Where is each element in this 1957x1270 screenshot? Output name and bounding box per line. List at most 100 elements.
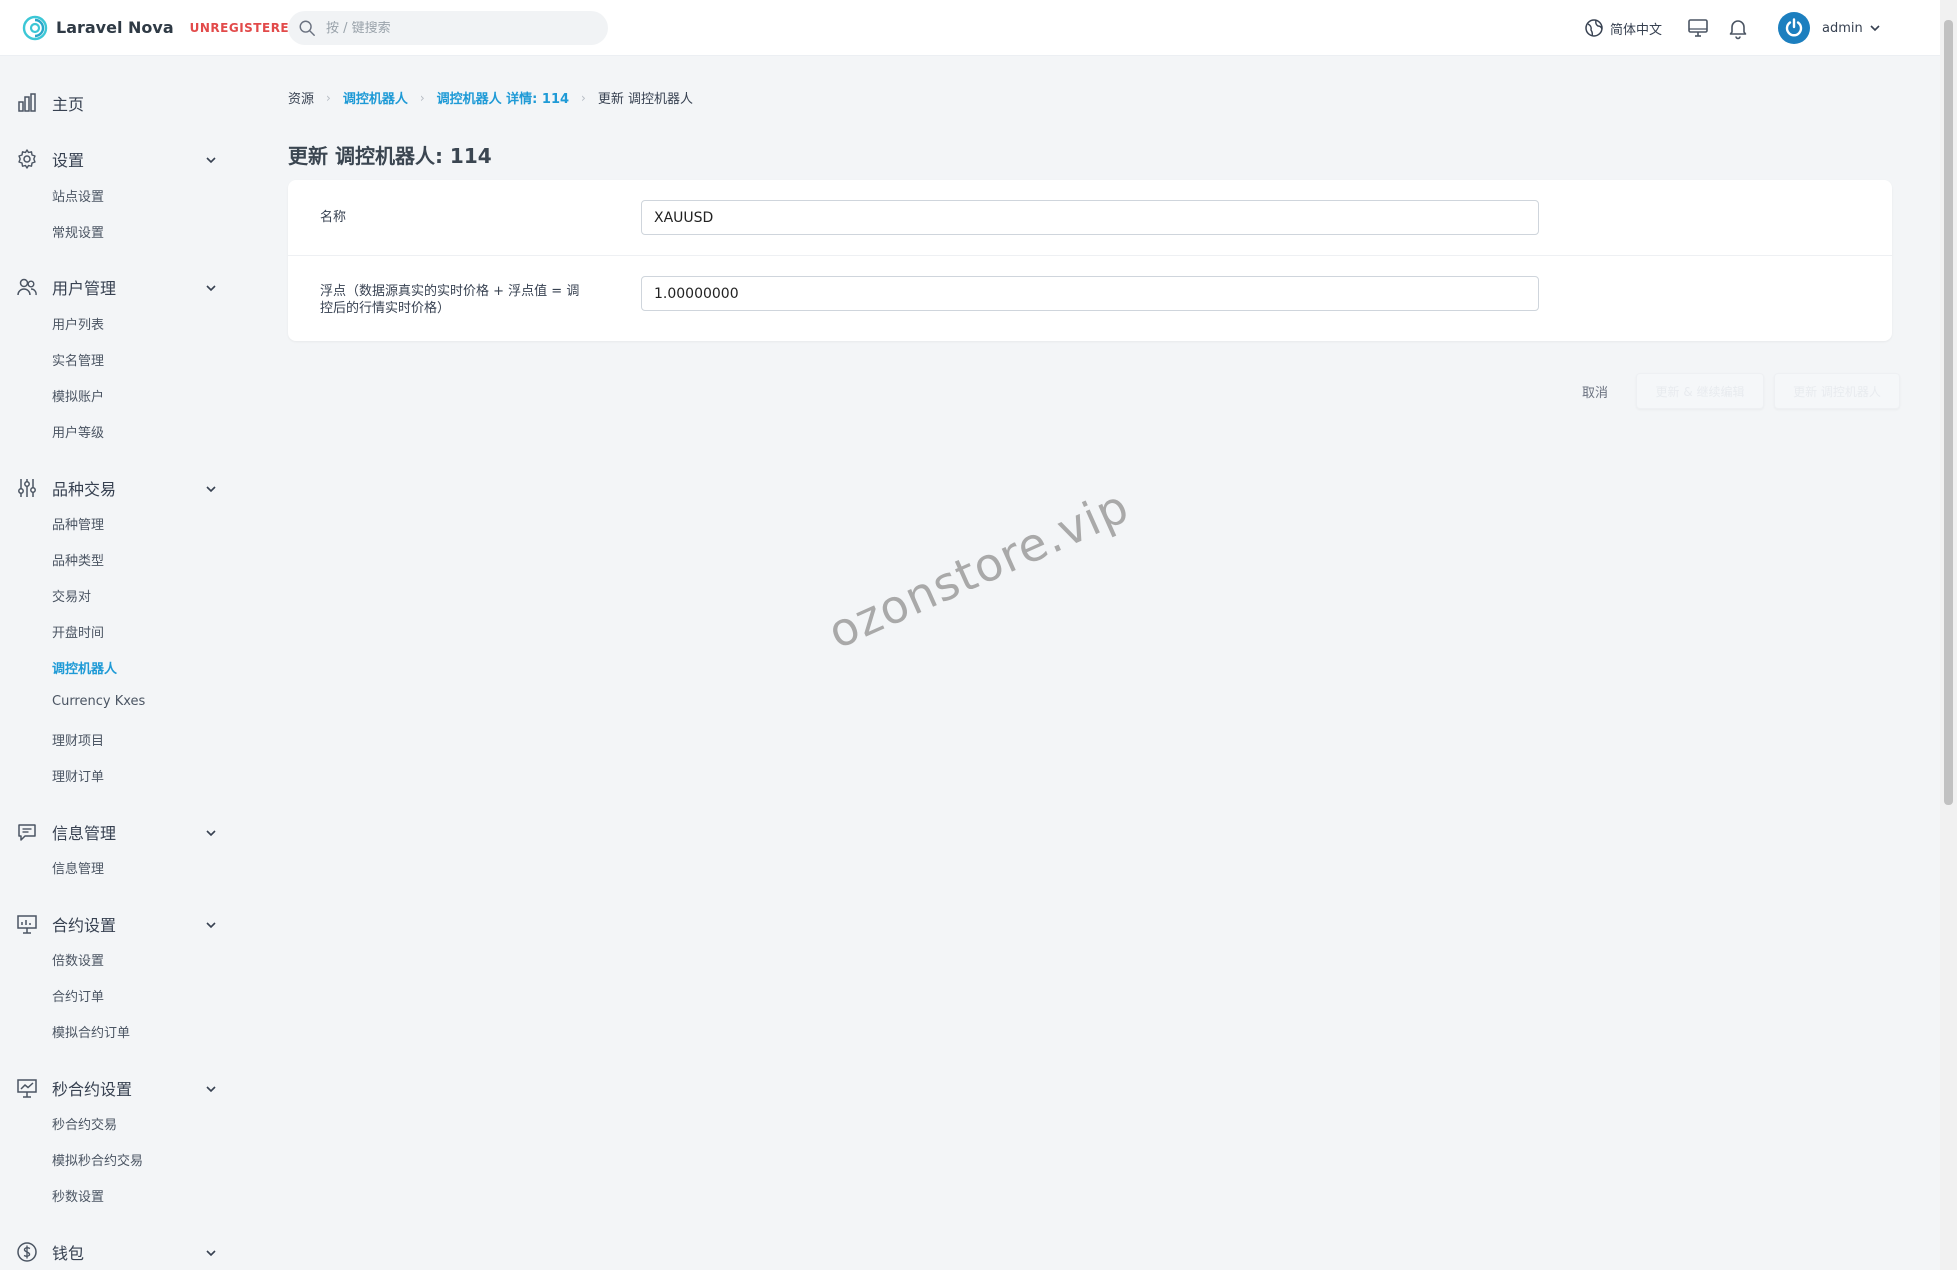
sidebar-item-open-time[interactable]: 开盘时间 [52,622,104,641]
sidebar-group-trading: 品种交易 [0,473,240,503]
watermark: ozonstore.vip [820,478,1137,660]
sidebar-group-label: 合约设置 [52,916,117,935]
trend-chart-icon [17,1079,37,1098]
avatar [1778,12,1810,44]
sidebar-group-trading-header[interactable]: 品种交易 [0,473,240,503]
sidebar-item-demo-account[interactable]: 模拟账户 [52,386,104,405]
sidebar-item-product-type[interactable]: 品种类型 [52,550,104,569]
chevron-down-icon [206,830,216,837]
name-field-label: 名称 [320,210,347,225]
sidebar-group-label: 品种交易 [52,480,117,499]
sidebar-item-demo-second-trade[interactable]: 模拟秒合约交易 [52,1150,143,1169]
bell-icon[interactable] [1726,16,1750,40]
sidebar-item-second-trade[interactable]: 秒合约交易 [52,1114,117,1133]
sidebar-item-user-level[interactable]: 用户等级 [52,422,104,441]
license-badge: UNREGISTERED [189,20,300,35]
chevron-down-icon [206,285,216,292]
presentation-chart-icon [17,915,37,934]
sidebar-group-label: 钱包 [52,1244,85,1263]
sidebar-item-control-robot[interactable]: 调控机器人 [52,658,117,677]
chart-bar-icon [18,93,36,112]
sidebar-item-product-mgmt[interactable]: 品种管理 [52,514,104,533]
sidebar-item-multiplier[interactable]: 倍数设置 [52,950,104,969]
chevron-right-icon: › [419,90,425,105]
sliders-icon [18,479,36,497]
sidebar-group-wallet: 钱包 [0,1237,240,1267]
language-label: 简体中文 [1610,22,1663,38]
chevron-down-icon [206,1250,216,1257]
sidebar-group-users-header[interactable]: 用户管理 [0,272,240,302]
sidebar-group-contract-header[interactable]: 合约设置 [0,909,240,939]
update-continue-button[interactable]: 更新 & 继续编辑 [1636,373,1764,409]
float-input[interactable] [641,276,1539,311]
breadcrumb-current: 更新 调控机器人 [597,92,693,107]
sidebar-item-user-list[interactable]: 用户列表 [52,314,104,333]
sidebar-group-label: 设置 [52,151,85,170]
name-input[interactable] [641,200,1539,235]
user-menu[interactable]: admin [1778,12,1881,44]
sidebar-item-general-settings[interactable]: 常规设置 [52,222,104,241]
chevron-right-icon: › [326,90,331,105]
chevron-down-icon [1870,25,1880,32]
dollar-icon [17,1242,37,1262]
top-header: Laravel Nova UNREGISTERED 简体中文 [0,0,1940,56]
sidebar-group-second-contract: 秒合约设置 [0,1073,240,1103]
scrollbar-thumb[interactable] [1944,20,1953,805]
sidebar-item-trading-pair[interactable]: 交易对 [52,586,91,605]
form-row-name: 名称 [288,180,1892,256]
chevron-down-icon [206,157,216,164]
sidebar-item-finance-project[interactable]: 理财项目 [52,730,104,749]
page-scrollbar[interactable] [1940,0,1957,1270]
breadcrumb-resources[interactable]: 资源 [288,88,314,107]
cancel-button[interactable]: 取消 [1560,382,1630,401]
sidebar-group-users: 用户管理 [0,272,240,302]
sidebar-item-demo-contract-order[interactable]: 模拟合约订单 [52,1022,130,1041]
sidebar-item-currency-kxes[interactable]: Currency Kxes [52,694,145,709]
sidebar-group-label: 信息管理 [52,824,117,843]
sidebar-group-settings-header[interactable]: 设置 [0,144,240,174]
globe-icon [1585,19,1603,37]
chevron-down-icon [206,922,216,929]
global-search[interactable] [288,11,608,45]
chevron-down-icon [206,486,216,493]
users-icon [17,278,37,296]
sidebar-item-contract-order[interactable]: 合约订单 [52,986,104,1005]
brand[interactable]: Laravel Nova UNREGISTERED [22,15,300,41]
language-switcher[interactable]: 简体中文 [1584,18,1662,38]
nova-logo-icon [22,15,48,40]
sidebar-home[interactable]: 主页 [0,88,240,118]
chevron-right-icon: › [581,90,586,105]
sidebar-group-info-header[interactable]: 信息管理 [0,817,240,847]
brand-name: Laravel Nova [56,18,174,37]
chat-icon [18,824,36,841]
gear-icon [18,149,36,169]
breadcrumb-detail[interactable]: 调控机器人 详情: 114 [437,88,569,107]
sidebar-group-contract: 合约设置 [0,909,240,939]
sidebar: 主页 设置 站点设置 常规设置 用户管理 用户列表 实名管理 模拟账户 用户等级… [0,56,240,1270]
breadcrumb-control-robot[interactable]: 调控机器人 [343,88,408,107]
sidebar-group-settings: 设置 [0,144,240,174]
sidebar-item-realname[interactable]: 实名管理 [52,350,104,369]
float-field-label: 浮点（数据源真实的实时价格 + 浮点值 = 调控后的行情实时价格） [320,284,580,316]
sidebar-item-site-settings[interactable]: 站点设置 [52,186,104,205]
form-actions: 取消 更新 & 继续编辑 更新 调控机器人 [1560,373,1900,409]
monitor-icon[interactable] [1686,16,1710,40]
page-title: 更新 调控机器人: 114 [288,144,492,168]
sidebar-group-wallet-header[interactable]: 钱包 [0,1237,240,1267]
search-input[interactable] [326,20,586,36]
search-icon [299,20,315,36]
sidebar-group-second-contract-header[interactable]: 秒合约设置 [0,1073,240,1103]
sidebar-item-info-mgmt[interactable]: 信息管理 [52,858,104,877]
form-row-float: 浮点（数据源真实的实时价格 + 浮点值 = 调控后的行情实时价格） [288,256,1892,341]
sidebar-home-label: 主页 [52,95,85,114]
user-name: admin [1822,20,1863,36]
update-button[interactable]: 更新 调控机器人 [1774,373,1900,409]
sidebar-group-info: 信息管理 [0,817,240,847]
sidebar-item-finance-order[interactable]: 理财订单 [52,766,104,785]
chevron-down-icon [206,1086,216,1093]
sidebar-group-label: 秒合约设置 [52,1080,133,1099]
sidebar-item-seconds-settings[interactable]: 秒数设置 [52,1186,104,1205]
power-icon [1785,18,1803,37]
edit-form-card: 名称 浮点（数据源真实的实时价格 + 浮点值 = 调控后的行情实时价格） [288,180,1892,341]
breadcrumb: 资源 › 调控机器人 › 调控机器人 详情: 114 › 更新 调控机器人 [288,88,693,108]
